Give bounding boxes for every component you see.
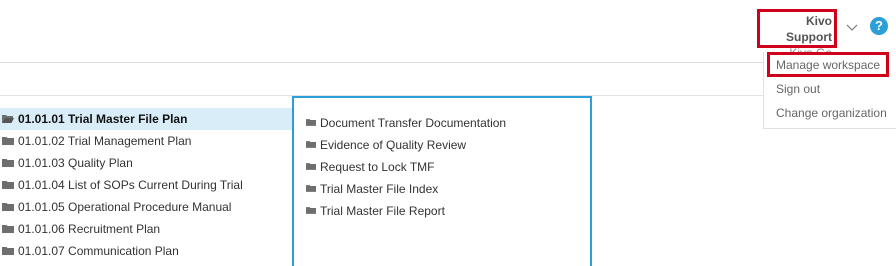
tree-item-label: 01.01.05 Operational Procedure Manual	[18, 200, 232, 214]
folder-icon	[2, 202, 14, 211]
subfolder-item[interactable]: Evidence of Quality Review	[306, 134, 506, 156]
tree-item[interactable]: 01.01.02 Trial Management Plan	[0, 130, 293, 152]
folder-tree: 01.01.01 Trial Master File Plan 01.01.02…	[0, 108, 293, 262]
tree-item-label: 01.01.01 Trial Master File Plan	[18, 112, 188, 126]
folder-icon	[2, 224, 14, 233]
tree-item[interactable]: 01.01.04 List of SOPs Current During Tri…	[0, 174, 293, 196]
tree-item-label: 01.01.04 List of SOPs Current During Tri…	[18, 178, 243, 192]
subfolder-label: Document Transfer Documentation	[320, 116, 507, 130]
folder-contents-panel: Document Transfer Documentation Evidence…	[292, 96, 592, 266]
subfolder-item[interactable]: Request to Lock TMF	[306, 156, 506, 178]
tree-item-label: 01.01.02 Trial Management Plan	[18, 134, 192, 148]
tree-item[interactable]: 01.01.07 Communication Plan	[0, 240, 293, 262]
user-dropdown-menu: Manage workspace Sign out Change organiz…	[763, 52, 896, 129]
tree-item[interactable]: 01.01.03 Quality Plan	[0, 152, 293, 174]
tree-item-label: 01.01.07 Communication Plan	[18, 244, 179, 258]
menu-item-manage-workspace[interactable]: Manage workspace	[776, 58, 880, 72]
folder-open-icon	[2, 114, 14, 123]
subfolder-item[interactable]: Trial Master File Index	[306, 178, 506, 200]
folder-icon	[306, 163, 316, 171]
tree-item[interactable]: 01.01.05 Operational Procedure Manual	[0, 196, 293, 218]
tree-item-label: 01.01.03 Quality Plan	[18, 156, 133, 170]
tree-item[interactable]: 01.01.06 Recruitment Plan	[0, 218, 293, 240]
folder-icon	[2, 246, 14, 255]
subfolder-label: Request to Lock TMF	[320, 160, 435, 174]
folder-icon	[2, 136, 14, 145]
folder-icon	[306, 207, 316, 215]
folder-icon	[306, 185, 316, 193]
folder-icon	[306, 119, 316, 127]
chevron-down-icon[interactable]	[845, 20, 859, 34]
subfolder-item[interactable]: Document Transfer Documentation	[306, 112, 506, 134]
user-account-button[interactable]: Kivo Support Kivo Go	[757, 9, 837, 60]
tree-item-label: 01.01.06 Recruitment Plan	[18, 222, 161, 236]
menu-item-sign-out[interactable]: Sign out	[776, 82, 820, 96]
help-icon[interactable]: ?	[870, 17, 888, 35]
folder-icon	[2, 180, 14, 189]
top-bar: Kivo Support Kivo Go ?	[0, 0, 896, 63]
subfolder-label: Evidence of Quality Review	[320, 138, 467, 152]
user-name: Kivo Support	[786, 14, 832, 44]
folder-icon	[306, 141, 316, 149]
subfolder-label: Trial Master File Index	[320, 182, 439, 196]
tree-item-selected[interactable]: 01.01.01 Trial Master File Plan	[0, 108, 293, 130]
subfolder-item[interactable]: Trial Master File Report	[306, 200, 506, 222]
folder-icon	[2, 158, 14, 167]
subfolder-label: Trial Master File Report	[320, 204, 445, 218]
subfolder-list: Document Transfer Documentation Evidence…	[306, 112, 506, 222]
menu-item-change-organization[interactable]: Change organization	[776, 106, 887, 120]
